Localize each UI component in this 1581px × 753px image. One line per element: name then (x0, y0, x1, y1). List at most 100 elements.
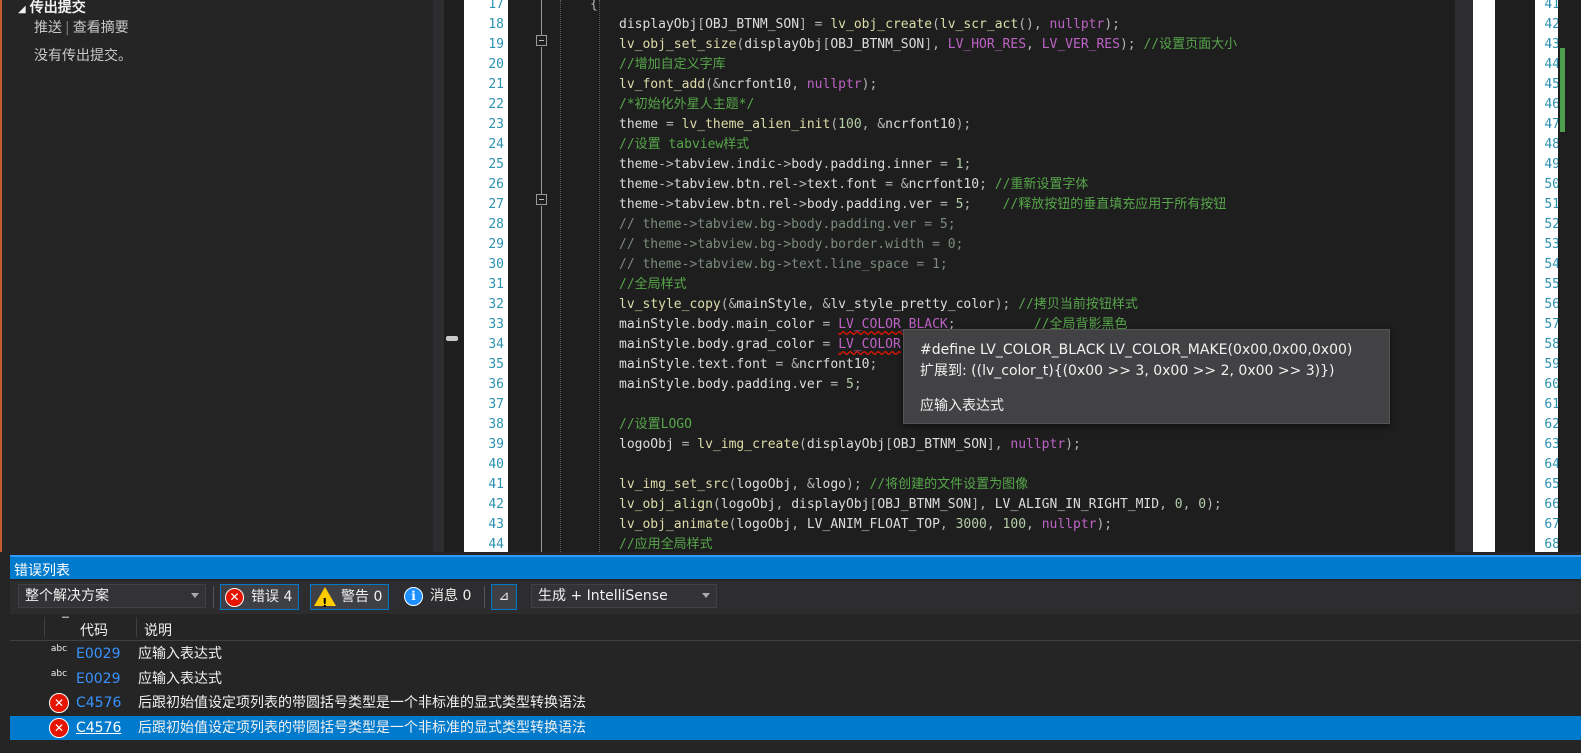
code-token: mainStyle (619, 337, 690, 352)
code-token: , & (806, 297, 831, 312)
code-token: tabview (673, 197, 729, 212)
error-row[interactable]: abc E0029 应输入表达式 (10, 642, 1581, 666)
warnings-filter-button[interactable]: ! 警告 0 (310, 584, 390, 610)
code-token: ( (830, 117, 839, 132)
code-line[interactable]: lv_obj_align(logoObj, displayObj[OBJ_BTN… (619, 495, 1222, 515)
collapse-triangle-icon[interactable]: ◢ (18, 4, 26, 15)
outgoing-commits-header[interactable]: ◢ 传出提交 (18, 0, 86, 18)
code-token: lv_obj_set_size (619, 37, 737, 52)
line-number: 48 (1544, 137, 1560, 152)
code-line[interactable]: logoObj = lv_img_create(displayObj[OBJ_B… (619, 435, 1081, 455)
code-line[interactable]: { (590, 0, 598, 15)
code-token: nullptr (1010, 437, 1066, 452)
error-code-link[interactable]: C4576 (76, 691, 121, 715)
code-token: lv_font_add (619, 77, 706, 92)
line-number: 33 (488, 317, 504, 332)
code-token: , & (861, 117, 886, 132)
code-token: text (806, 177, 839, 192)
line-number: 30 (488, 257, 504, 272)
code-token: { (590, 0, 598, 12)
column-header-code[interactable]: 代码 (80, 620, 108, 640)
line-number: 31 (488, 277, 504, 292)
code-token: ); (1104, 17, 1120, 32)
code-line[interactable]: // theme->tabview.bg->text.line_space = … (619, 255, 948, 275)
build-source-dropdown[interactable]: 生成 + IntelliSense (531, 584, 717, 608)
code-token: 100 (838, 117, 862, 132)
code-token: lv_style_pretty_color (830, 297, 995, 312)
secondary-scrollbar[interactable] (1558, 0, 1581, 552)
code-line[interactable]: mainStyle.text.font = &ncrfont10; (619, 355, 877, 375)
error-icon: ✕ (49, 693, 69, 713)
code-token: //应用全局样式 (619, 537, 713, 552)
build-source-value: 生成 + IntelliSense (538, 588, 668, 604)
tooltip-error-text: 应输入表达式 (920, 398, 1004, 414)
error-code-link[interactable]: C4576 (76, 716, 121, 740)
code-token: displayObj (791, 497, 870, 512)
code-line[interactable]: lv_style_copy(&mainStyle, &lv_style_pret… (619, 295, 1138, 315)
code-line[interactable]: theme = lv_theme_alien_init(100, &ncrfon… (619, 115, 971, 135)
error-row[interactable]: abc E0029 应输入表达式 (10, 667, 1581, 691)
panel-splitter[interactable] (433, 0, 444, 552)
code-token: ], (971, 497, 995, 512)
code-token: ); (1065, 437, 1081, 452)
code-line[interactable]: lv_img_set_src(logoObj, &logo); //将创建的文件… (619, 475, 1028, 495)
error-code-link[interactable]: E0029 (76, 642, 120, 666)
filter-icon[interactable]: ⊿ (491, 584, 517, 610)
code-line[interactable]: //全局样式 (619, 275, 687, 295)
line-number: 59 (1544, 357, 1560, 372)
code-token: . (759, 177, 768, 192)
editor-splitter[interactable] (1455, 0, 1473, 552)
code-line[interactable]: lv_obj_animate(logoObj, LV_ANIM_FLOAT_TO… (619, 515, 1112, 535)
code-token: , (1182, 497, 1199, 512)
code-line[interactable]: mainStyle.body.padding.ver = 5; (619, 375, 862, 395)
line-number: 44 (1544, 57, 1560, 72)
code-token: lv_scr_act (939, 17, 1019, 32)
error-list-column-header: ▔ 代码 说明 (10, 614, 1581, 641)
code-token: ); (846, 477, 870, 492)
code-line[interactable]: lv_font_add(&ncrfont10, nullptr); (619, 75, 877, 95)
scope-dropdown[interactable]: 整个解决方案 (18, 584, 206, 608)
error-list-titlebar[interactable]: 错误列表 (10, 555, 1581, 579)
code-token: mainStyle (619, 317, 690, 332)
code-token: . (759, 197, 768, 212)
sort-icon[interactable]: ▔ (62, 618, 69, 628)
error-description: 后跟初始值设定项列表的带圆括号类型是一个非标准的显式类型转换语法 (138, 719, 586, 736)
messages-filter-button[interactable]: i 消息 0 (400, 584, 477, 610)
scroll-change-marker (1560, 48, 1565, 132)
code-line[interactable]: displayObj[OBJ_BTNM_SON] = lv_obj_create… (619, 15, 1120, 35)
code-line[interactable]: //增加自定义字库 (619, 55, 726, 75)
errors-filter-button[interactable]: ✕ 错误 4 (220, 584, 300, 610)
code-line[interactable]: // theme->tabview.bg->body.border.width … (619, 235, 963, 255)
code-token: [ (697, 17, 706, 32)
code-line[interactable]: mainStyle.body.grad_color = LV_COLOR (619, 335, 901, 355)
code-token: nullptr (1049, 17, 1105, 32)
error-code-link[interactable]: E0029 (76, 667, 120, 691)
code-line[interactable]: //设置LOGO (619, 415, 692, 435)
code-line[interactable]: theme->tabview.indic->body.padding.inner… (619, 155, 971, 175)
code-line[interactable]: // theme->tabview.bg->body.padding.ver =… (619, 215, 956, 235)
line-number: 53 (1544, 237, 1560, 252)
code-token: = (814, 337, 839, 352)
line-number: 28 (488, 217, 504, 232)
error-row[interactable]: ✕ C4576 后跟初始值设定项列表的带圆括号类型是一个非标准的显式类型转换语法 (10, 715, 1581, 740)
section-title: 传出提交 (29, 0, 86, 16)
column-separator (44, 617, 45, 637)
code-token: ver (799, 377, 823, 392)
code-line[interactable]: theme->tabview.btn.rel->body.padding.ver… (619, 195, 1226, 215)
view-summary-link[interactable]: 查看摘要 (73, 20, 129, 36)
code-line[interactable]: /*初始化外星人主题*/ (619, 95, 754, 115)
code-token: , (1026, 517, 1042, 532)
code-editor[interactable]: 17 18 19 20 21 22 23 24 25 26 27 28 29 30 31 32 33 34 35 36… (444, 0, 1477, 552)
code-text-area[interactable]: { displayObj[OBJ_BTNM_SON] = lv_obj_creat… (540, 0, 1470, 552)
code-line[interactable]: theme->tabview.btn.rel->text.font = &ncr… (619, 175, 1088, 195)
code-token: tabview (673, 177, 729, 192)
line-number: 60 (1544, 377, 1560, 392)
push-link[interactable]: 推送 (34, 20, 62, 36)
code-token: ; (979, 177, 995, 192)
code-line[interactable]: lv_obj_set_size(displayObj[OBJ_BTNM_SON]… (619, 35, 1237, 55)
column-header-description[interactable]: 说明 (144, 620, 172, 640)
column-separator[interactable] (136, 617, 137, 637)
code-token: OBJ_BTNM_SON (830, 37, 925, 52)
code-line[interactable]: //设置 tabview样式 (619, 135, 749, 155)
error-row[interactable]: ✕ C4576 后跟初始值设定项列表的带圆括号类型是一个非标准的显式类型转换语法 (10, 691, 1581, 715)
